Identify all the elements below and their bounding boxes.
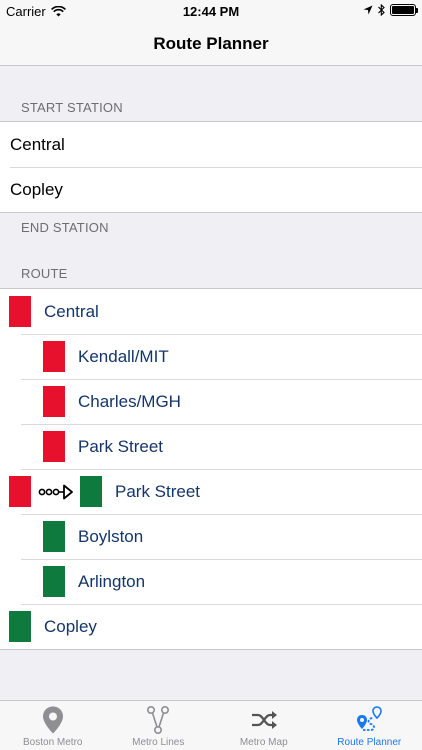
- route-step[interactable]: Central: [0, 289, 422, 334]
- tab-label: Metro Lines: [132, 737, 185, 748]
- route-step-transfer[interactable]: Park Street: [0, 469, 422, 514]
- tab-label: Route Planner: [337, 737, 402, 748]
- route-header: ROUTE: [21, 266, 68, 281]
- route-step-label: Kendall/MIT: [78, 346, 169, 366]
- map-pin-icon: [42, 706, 63, 734]
- route-icon: [357, 706, 383, 731]
- tab-label: Boston Metro: [23, 737, 83, 748]
- green-line-swatch: [9, 611, 31, 642]
- start-station-option-copley[interactable]: Copley: [0, 167, 422, 212]
- start-station-option-central[interactable]: Central: [0, 122, 422, 167]
- route-list: Central Kendall/MIT Charles/MGH Park Str…: [0, 288, 422, 650]
- route-step-label: Copley: [44, 616, 97, 636]
- tab-metro-map[interactable]: Metro Map: [211, 701, 317, 750]
- transfer-arrow-icon: [38, 484, 73, 499]
- tab-label: Metro Map: [239, 737, 288, 748]
- bluetooth-icon: [378, 4, 385, 16]
- route-step-label: Central: [44, 301, 99, 321]
- red-line-swatch: [9, 296, 31, 327]
- shuffle-icon: [251, 711, 277, 729]
- route-step-label: Park Street: [78, 436, 164, 456]
- status-bar: Carrier 12:44 PM: [0, 0, 422, 22]
- route-step-label: Charles/MGH: [78, 391, 181, 411]
- route-step[interactable]: Kendall/MIT: [0, 334, 422, 379]
- route-step[interactable]: Park Street: [0, 424, 422, 469]
- start-station-header: START STATION: [21, 100, 123, 115]
- green-line-swatch: [43, 566, 65, 597]
- red-line-swatch: [9, 476, 31, 507]
- page-title: Route Planner: [153, 33, 269, 53]
- red-line-swatch: [43, 386, 65, 417]
- route-step-label: Arlington: [78, 571, 146, 591]
- end-station-header: END STATION: [21, 220, 109, 235]
- tab-bar: Boston Metro Metro Lines Metro Map Route…: [0, 700, 422, 750]
- green-line-swatch: [80, 476, 102, 507]
- location-arrow-icon: [363, 5, 373, 15]
- tab-metro-lines[interactable]: Metro Lines: [106, 701, 212, 750]
- route-step[interactable]: Copley: [0, 604, 422, 649]
- route-step[interactable]: Charles/MGH: [0, 379, 422, 424]
- status-time: 12:44 PM: [182, 4, 240, 19]
- route-step-label: Park Street: [115, 481, 201, 501]
- route-step[interactable]: Boylston: [0, 514, 422, 559]
- route-step[interactable]: Arlington: [0, 559, 422, 604]
- start-station-label: Central: [10, 134, 65, 154]
- tab-boston-metro[interactable]: Boston Metro: [0, 701, 106, 750]
- red-line-swatch: [43, 431, 65, 462]
- tab-route-planner[interactable]: Route Planner: [317, 701, 422, 750]
- status-right: [363, 4, 418, 16]
- start-station-label: Copley: [10, 179, 63, 199]
- green-line-swatch: [43, 521, 65, 552]
- start-station-list: Central Copley: [0, 121, 422, 213]
- navigation-bar: Route Planner: [0, 22, 422, 66]
- battery-icon: [390, 4, 418, 16]
- red-line-swatch: [43, 341, 65, 372]
- route-step-label: Boylston: [78, 526, 144, 546]
- branch-icon: [147, 705, 170, 734]
